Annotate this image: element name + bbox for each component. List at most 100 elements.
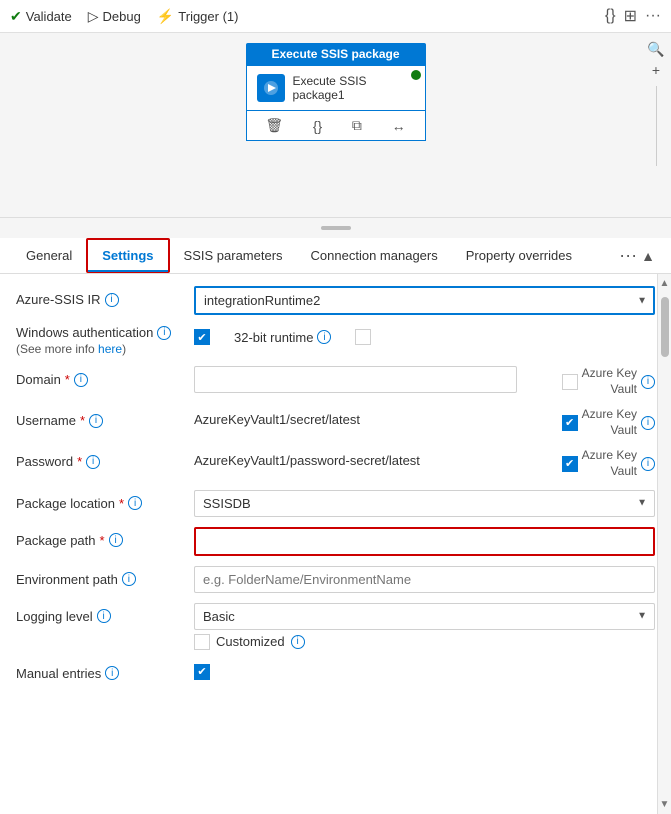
ssis-node-name: Execute SSIS package1 [293, 74, 415, 102]
username-control: AzureKeyVault1/secret/latest [194, 407, 517, 432]
domain-info-icon[interactable]: i [74, 373, 88, 387]
manual-entries-checkbox[interactable]: ✔ [194, 664, 210, 680]
debug-icon: ▷ [88, 8, 99, 25]
azure-ssis-ir-select[interactable]: integrationRuntime2 [194, 286, 655, 315]
zoom-plus-button[interactable]: + [652, 62, 660, 78]
logging-level-label: Logging level i [16, 603, 186, 624]
customized-info-icon[interactable]: i [291, 635, 305, 649]
ssis-delete-button[interactable]: 🗑 [261, 115, 287, 136]
username-value: AzureKeyVault1/secret/latest [194, 407, 517, 432]
username-akv-wrapper: ✔ Azure KeyVault i [525, 407, 655, 438]
username-label: Username * i [16, 407, 186, 428]
tab-property-overrides[interactable]: Property overrides [452, 240, 586, 271]
windows-auth-link[interactable]: here [98, 342, 122, 356]
form-area: Azure-SSIS IR i integrationRuntime2 ▼ Wi… [0, 274, 671, 814]
username-info-icon[interactable]: i [89, 414, 103, 428]
code-button[interactable]: {} [605, 7, 616, 25]
logging-level-row: Logging level i Basic ▼ Customized i [16, 603, 655, 650]
manual-entries-row: Manual entries i ✔ [16, 660, 655, 681]
password-akv-info-icon[interactable]: i [641, 457, 655, 471]
username-row: Username * i AzureKeyVault1/secret/lates… [16, 407, 655, 438]
ssis-code-button[interactable]: {} [309, 116, 326, 136]
runtime-label: 32-bit runtime i [234, 330, 331, 345]
scroll-up-arrow[interactable]: ▲ [656, 274, 671, 293]
windows-auth-label: Windows authentication i (See more info … [16, 325, 186, 356]
domain-input[interactable]: MyDomain [194, 366, 517, 393]
tabs-scroll-up[interactable]: ▲ [637, 248, 659, 264]
canvas-area: Execute SSIS package Execute SSIS packag… [0, 33, 671, 218]
windows-auth-info-icon[interactable]: i [157, 326, 171, 340]
customized-checkbox[interactable] [194, 634, 210, 650]
package-location-label: Package location * i [16, 490, 186, 511]
package-path-control: demo/ScaleOutProject/Transformation.dtsx [194, 527, 655, 556]
tabs-bar: General Settings SSIS parameters Connect… [0, 238, 671, 274]
password-info-icon[interactable]: i [86, 455, 100, 469]
ssis-node-title: Execute SSIS package [246, 43, 426, 65]
password-label: Password * i [16, 448, 186, 469]
tab-general[interactable]: General [12, 240, 86, 271]
windows-auth-sub-label: (See more info here) [16, 342, 186, 356]
environment-path-info-icon[interactable]: i [122, 572, 136, 586]
customized-row: Customized i [194, 634, 655, 650]
environment-path-row: Environment path i [16, 566, 655, 593]
azure-ssis-ir-control: integrationRuntime2 ▼ [194, 286, 655, 315]
environment-path-label: Environment path i [16, 566, 186, 587]
toolbar-right: {} ⊞ ··· [605, 6, 661, 26]
collapse-bar[interactable] [0, 218, 671, 238]
more-button[interactable]: ··· [645, 7, 661, 25]
form-area-wrapper: Azure-SSIS IR i integrationRuntime2 ▼ Wi… [0, 274, 671, 814]
package-path-label: Package path * i [16, 527, 186, 548]
domain-akv-info-icon[interactable]: i [641, 375, 655, 389]
domain-control: MyDomain [194, 366, 517, 393]
canvas-zoom-controls: 🔍 + [641, 33, 671, 217]
password-control: AzureKeyVault1/password-secret/latest [194, 448, 517, 473]
runtime-info-icon[interactable]: i [317, 330, 331, 344]
azure-ssis-ir-label: Azure-SSIS IR i [16, 286, 186, 307]
username-akv-info-icon[interactable]: i [641, 416, 655, 430]
windows-auth-controls: ✔ 32-bit runtime i [194, 325, 655, 345]
azure-ssis-ir-info-icon[interactable]: i [105, 293, 119, 307]
manual-entries-label: Manual entries i [16, 660, 186, 681]
manual-entries-checkbox-wrapper: ✔ [194, 660, 655, 680]
logging-level-select[interactable]: Basic [194, 603, 655, 630]
ssis-copy-button[interactable]: ⧉ [348, 115, 366, 136]
package-path-input[interactable]: demo/ScaleOutProject/Transformation.dtsx [194, 527, 655, 556]
tab-connection-managers[interactable]: Connection managers [297, 240, 452, 271]
right-scrollbar: ▲ ▼ [657, 274, 671, 814]
ssis-connect-button[interactable]: ↔ [388, 116, 410, 136]
package-location-row: Package location * i SSISDB ▼ [16, 490, 655, 517]
ssis-node-status [411, 70, 421, 80]
password-akv-label: Azure KeyVault [582, 448, 637, 479]
domain-akv-label: Azure KeyVault [582, 366, 637, 397]
username-akv-checkbox[interactable]: ✔ [562, 415, 578, 431]
scrollbar-thumb[interactable] [661, 297, 669, 357]
scroll-down-arrow[interactable]: ▼ [656, 795, 671, 814]
ssis-node[interactable]: Execute SSIS package Execute SSIS packag… [246, 43, 426, 141]
environment-path-input[interactable] [194, 566, 655, 593]
ssis-node-icon [257, 74, 285, 102]
tab-settings[interactable]: Settings [86, 238, 169, 273]
logging-level-info-icon[interactable]: i [97, 609, 111, 623]
tabs-more-button[interactable]: ··· [619, 245, 637, 266]
zoom-search-button[interactable]: 🔍 [647, 41, 664, 58]
package-path-info-icon[interactable]: i [109, 533, 123, 547]
domain-akv-checkbox[interactable] [562, 374, 578, 390]
windows-auth-checkbox[interactable]: ✔ [194, 329, 210, 345]
package-location-select[interactable]: SSISDB [194, 490, 655, 517]
validate-button[interactable]: ✔ Validate [10, 8, 72, 25]
domain-akv-wrapper: Azure KeyVault i [525, 366, 655, 397]
grid-button[interactable]: ⊞ [624, 6, 637, 26]
logging-level-select-wrapper: Basic ▼ [194, 603, 655, 630]
trigger-button[interactable]: ⚡ Trigger (1) [157, 8, 239, 25]
debug-button[interactable]: ▷ Debug [88, 8, 141, 25]
ssis-node-body: Execute SSIS package1 [246, 65, 426, 111]
tab-ssis-parameters[interactable]: SSIS parameters [170, 240, 297, 271]
azure-ssis-ir-select-wrapper: integrationRuntime2 ▼ [194, 286, 655, 315]
domain-label: Domain * i [16, 366, 186, 387]
manual-entries-info-icon[interactable]: i [105, 666, 119, 680]
password-akv-checkbox[interactable]: ✔ [562, 456, 578, 472]
package-location-info-icon[interactable]: i [128, 496, 142, 510]
package-location-control: SSISDB ▼ [194, 490, 655, 517]
password-row: Password * i AzureKeyVault1/password-sec… [16, 448, 655, 479]
runtime-checkbox[interactable] [355, 329, 371, 345]
